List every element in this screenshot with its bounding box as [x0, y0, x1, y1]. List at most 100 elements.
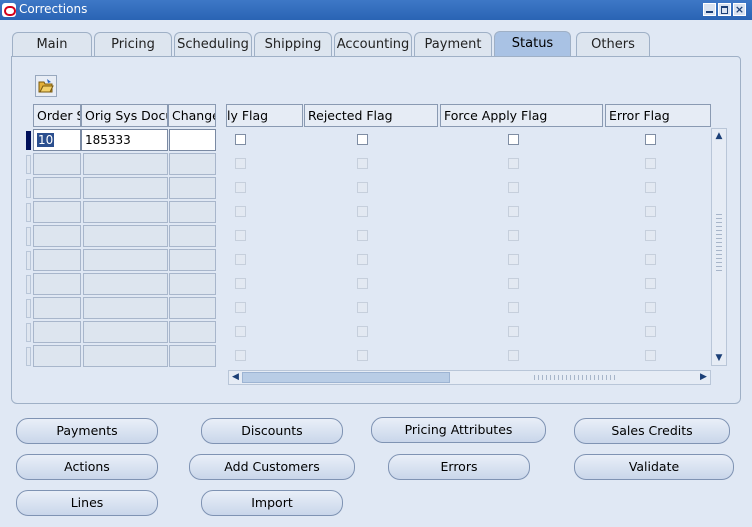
rejected-flag-checkbox[interactable] — [357, 278, 368, 289]
error-flag-checkbox[interactable] — [645, 350, 656, 361]
ready-flag-checkbox[interactable] — [235, 230, 246, 241]
rejected-flag-checkbox[interactable] — [357, 254, 368, 265]
import-button[interactable]: Import — [201, 490, 343, 516]
row-indicator[interactable] — [26, 179, 31, 198]
ready-flag-checkbox[interactable] — [235, 302, 246, 313]
force-apply-flag-checkbox[interactable] — [508, 254, 519, 265]
error-flag-checkbox[interactable] — [645, 134, 656, 145]
rejected-flag-checkbox[interactable] — [357, 134, 368, 145]
tab-status[interactable]: Status — [494, 31, 571, 57]
change-field[interactable] — [169, 321, 216, 343]
close-button[interactable]: × — [733, 3, 746, 16]
vertical-scrollbar[interactable]: ▲ ▼ — [711, 128, 727, 366]
horizontal-scrollbar[interactable]: ◀ ▶ — [228, 370, 711, 385]
tab-shipping[interactable]: Shipping — [254, 32, 332, 56]
scroll-thumb[interactable] — [242, 372, 450, 383]
orig-sys-document-field[interactable] — [83, 321, 168, 343]
orig-sys-document-field[interactable] — [83, 177, 168, 199]
ready-flag-checkbox[interactable] — [235, 254, 246, 265]
order-source-field[interactable] — [33, 153, 81, 175]
tab-others[interactable]: Others — [576, 32, 650, 56]
validate-button[interactable]: Validate — [574, 454, 734, 480]
sales-credits-button[interactable]: Sales Credits — [574, 418, 730, 444]
ready-flag-checkbox[interactable] — [235, 350, 246, 361]
error-flag-checkbox[interactable] — [645, 254, 656, 265]
change-field[interactable] — [169, 129, 216, 151]
order-source-field[interactable] — [33, 249, 81, 271]
force-apply-flag-checkbox[interactable] — [508, 326, 519, 337]
orig-sys-document-field[interactable] — [83, 273, 168, 295]
change-field[interactable] — [169, 177, 216, 199]
arrow-left-icon[interactable]: ◀ — [229, 371, 242, 384]
add-customers-button[interactable]: Add Customers — [189, 454, 355, 480]
error-flag-checkbox[interactable] — [645, 302, 656, 313]
force-apply-flag-checkbox[interactable] — [508, 158, 519, 169]
orig-sys-document-field[interactable] — [83, 345, 168, 367]
change-field[interactable] — [169, 249, 216, 271]
tab-payment[interactable]: Payment — [414, 32, 492, 56]
force-apply-flag-checkbox[interactable] — [508, 206, 519, 217]
row-indicator[interactable] — [26, 203, 31, 222]
row-indicator[interactable] — [26, 323, 31, 342]
change-field[interactable] — [169, 153, 216, 175]
force-apply-flag-checkbox[interactable] — [508, 350, 519, 361]
ready-flag-checkbox[interactable] — [235, 326, 246, 337]
error-flag-checkbox[interactable] — [645, 158, 656, 169]
orig-sys-document-field[interactable] — [83, 225, 168, 247]
ready-flag-checkbox[interactable] — [235, 134, 246, 145]
arrow-right-icon[interactable]: ▶ — [697, 371, 710, 384]
error-flag-checkbox[interactable] — [645, 278, 656, 289]
payments-button[interactable]: Payments — [16, 418, 158, 444]
ready-flag-checkbox[interactable] — [235, 182, 246, 193]
force-apply-flag-checkbox[interactable] — [508, 230, 519, 241]
rejected-flag-checkbox[interactable] — [357, 350, 368, 361]
row-indicator[interactable] — [26, 155, 31, 174]
change-field[interactable] — [169, 225, 216, 247]
ready-flag-checkbox[interactable] — [235, 158, 246, 169]
open-button[interactable] — [35, 75, 57, 97]
errors-button[interactable]: Errors — [388, 454, 530, 480]
row-indicator[interactable] — [26, 251, 31, 270]
row-indicator[interactable] — [26, 299, 31, 318]
rejected-flag-checkbox[interactable] — [357, 182, 368, 193]
force-apply-flag-checkbox[interactable] — [508, 134, 519, 145]
change-field[interactable] — [169, 201, 216, 223]
change-field[interactable] — [169, 345, 216, 367]
rejected-flag-checkbox[interactable] — [357, 158, 368, 169]
row-indicator[interactable] — [26, 275, 31, 294]
force-apply-flag-checkbox[interactable] — [508, 278, 519, 289]
pricing-attributes-button[interactable]: Pricing Attributes — [371, 417, 546, 443]
lines-button[interactable]: Lines — [16, 490, 158, 516]
rejected-flag-checkbox[interactable] — [357, 302, 368, 313]
tab-scheduling[interactable]: Scheduling — [174, 32, 252, 56]
orig-sys-document-field[interactable] — [83, 297, 168, 319]
order-source-field[interactable] — [33, 201, 81, 223]
change-field[interactable] — [169, 273, 216, 295]
error-flag-checkbox[interactable] — [645, 206, 656, 217]
arrow-down-icon[interactable]: ▼ — [712, 351, 726, 365]
order-source-field[interactable] — [33, 273, 81, 295]
change-field[interactable] — [169, 297, 216, 319]
order-source-field[interactable] — [33, 225, 81, 247]
row-indicator[interactable] — [26, 131, 31, 150]
orig-sys-document-field[interactable] — [83, 153, 168, 175]
ready-flag-checkbox[interactable] — [235, 278, 246, 289]
order-source-field[interactable] — [33, 345, 81, 367]
discounts-button[interactable]: Discounts — [201, 418, 343, 444]
order-source-field[interactable] — [33, 321, 81, 343]
tab-main[interactable]: Main — [12, 32, 92, 56]
tab-pricing[interactable]: Pricing — [94, 32, 172, 56]
order-source-field[interactable]: 10 — [33, 129, 81, 151]
tab-accounting[interactable]: Accounting — [334, 32, 412, 56]
minimize-button[interactable] — [703, 3, 716, 16]
orig-sys-document-field[interactable]: 185333 — [81, 129, 168, 151]
order-source-field[interactable] — [33, 177, 81, 199]
actions-button[interactable]: Actions — [16, 454, 158, 480]
force-apply-flag-checkbox[interactable] — [508, 302, 519, 313]
rejected-flag-checkbox[interactable] — [357, 206, 368, 217]
maximize-button[interactable] — [718, 3, 731, 16]
rejected-flag-checkbox[interactable] — [357, 230, 368, 241]
error-flag-checkbox[interactable] — [645, 230, 656, 241]
rejected-flag-checkbox[interactable] — [357, 326, 368, 337]
order-source-field[interactable] — [33, 297, 81, 319]
